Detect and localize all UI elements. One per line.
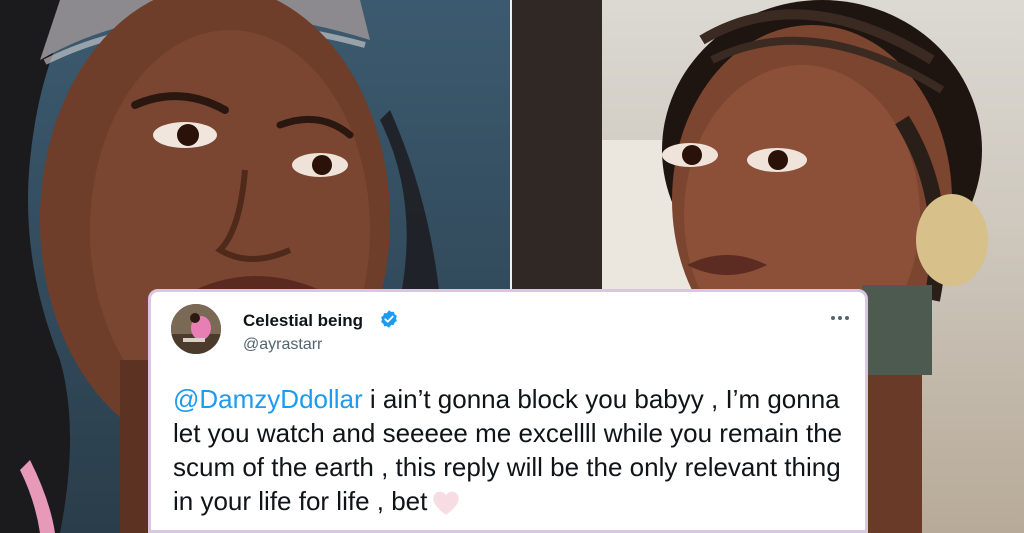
heart-icon <box>433 491 460 516</box>
avatar-image <box>171 304 221 354</box>
user-handle[interactable]: @ayrastarr <box>243 336 322 354</box>
tweet-text: @DamzyDdollar i ain’t gonna block you ba… <box>173 382 853 518</box>
more-options-icon[interactable] <box>827 310 853 326</box>
verified-badge-icon <box>381 310 397 328</box>
avatar[interactable] <box>171 304 221 354</box>
tweet-card: Celestial being @ayrastarr @DamzyDdollar… <box>148 289 868 533</box>
mention-link[interactable]: @DamzyDdollar <box>173 384 363 414</box>
display-name[interactable]: Celestial being <box>243 311 363 331</box>
